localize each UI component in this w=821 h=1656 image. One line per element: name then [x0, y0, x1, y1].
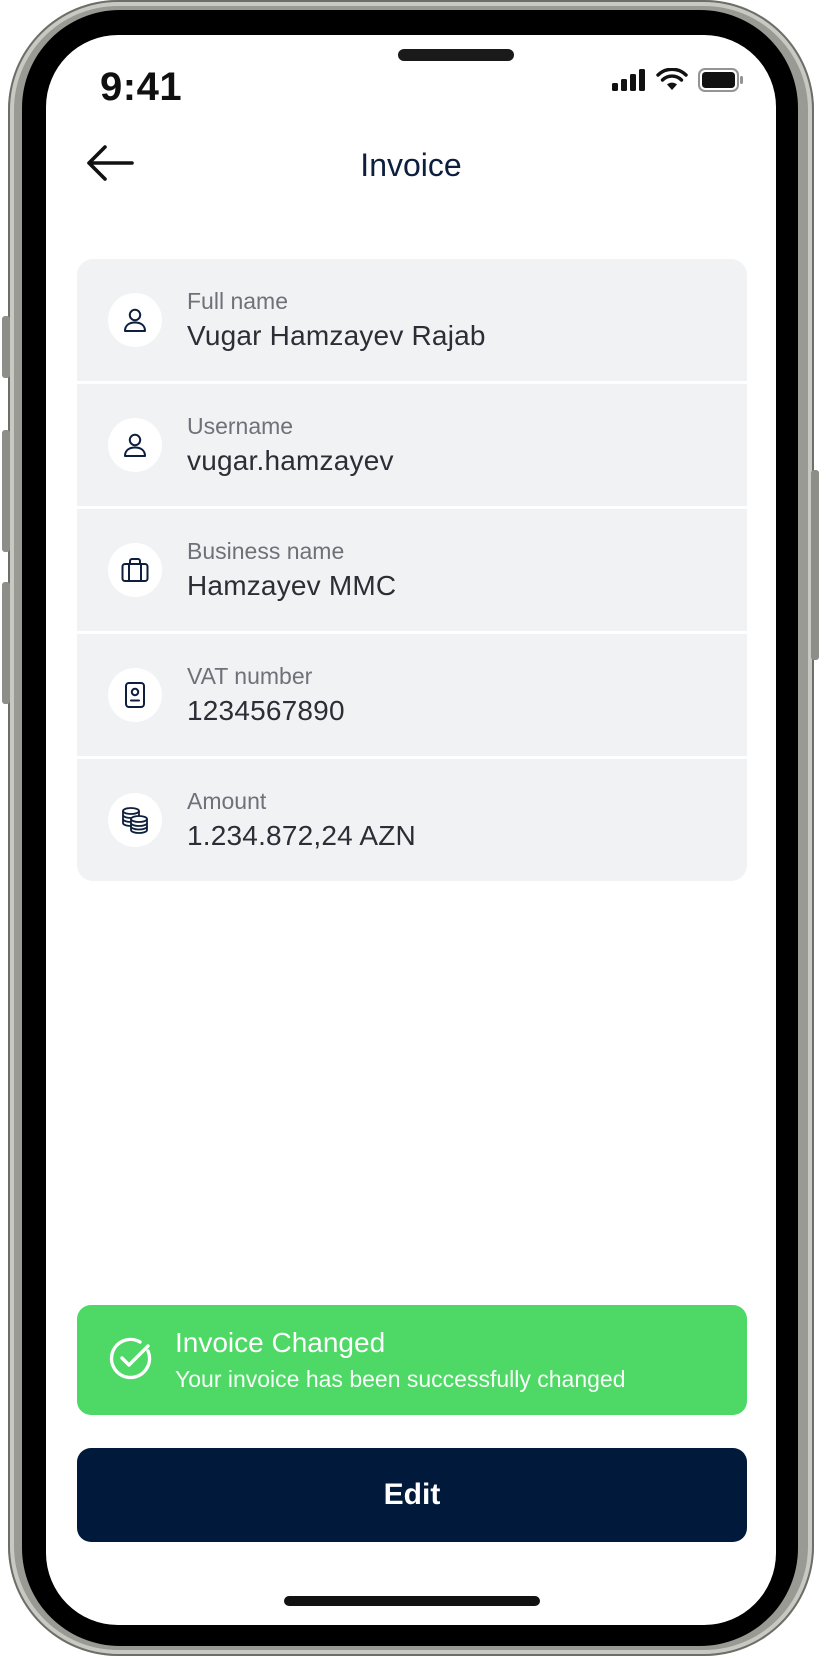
- page-title: Invoice: [360, 147, 462, 183]
- cellular-signal-icon: [612, 69, 646, 96]
- success-toast: Invoice Changed Your invoice has been su…: [77, 1305, 747, 1415]
- speaker-notch: [398, 49, 514, 61]
- status-icons: [612, 67, 744, 97]
- wifi-icon: [656, 67, 688, 97]
- user-icon: [108, 293, 162, 347]
- coins-icon: [108, 793, 162, 847]
- phone-power-button: [811, 470, 819, 660]
- battery-icon: [698, 68, 744, 97]
- detail-label: Amount: [187, 788, 267, 814]
- detail-row-business-name: Business name Hamzayev MMC: [77, 509, 747, 631]
- detail-row-username: Username vugar.hamzayev: [77, 384, 747, 506]
- user-icon: [108, 418, 162, 472]
- phone-mute-switch: [2, 316, 10, 378]
- briefcase-icon: [108, 543, 162, 597]
- id-badge-icon: [108, 668, 162, 722]
- detail-value: 1234567890: [187, 695, 345, 726]
- phone-volume-up: [2, 430, 10, 552]
- detail-label: Business name: [187, 538, 345, 564]
- detail-label: Username: [187, 413, 294, 439]
- toast-message: Your invoice has been successfully chang…: [175, 1366, 626, 1392]
- check-circle-icon: [107, 1334, 155, 1387]
- detail-value: vugar.hamzayev: [187, 445, 394, 476]
- detail-row-full-name: Full name Vugar Hamzayev Rajab: [77, 259, 747, 381]
- detail-value: 1.234.872,24 AZN: [187, 820, 416, 851]
- detail-value: Vugar Hamzayev Rajab: [187, 320, 486, 351]
- status-time: 9:41: [100, 65, 183, 109]
- home-indicator[interactable]: [284, 1596, 540, 1606]
- detail-value: Hamzayev MMC: [187, 570, 397, 601]
- edit-button[interactable]: Edit: [77, 1448, 747, 1542]
- invoice-details-card: Full name Vugar Hamzayev Rajab Username …: [77, 259, 747, 881]
- detail-row-amount: Amount 1.234.872,24 AZN: [77, 759, 747, 881]
- detail-row-vat-number: VAT number 1234567890: [77, 634, 747, 756]
- app-screen: 9:41 Invoice Full name Vugar Hamzayev Ra…: [46, 35, 776, 1625]
- detail-label: VAT number: [187, 663, 313, 689]
- toast-title: Invoice Changed: [175, 1327, 386, 1358]
- phone-volume-down: [2, 582, 10, 704]
- detail-label: Full name: [187, 288, 288, 314]
